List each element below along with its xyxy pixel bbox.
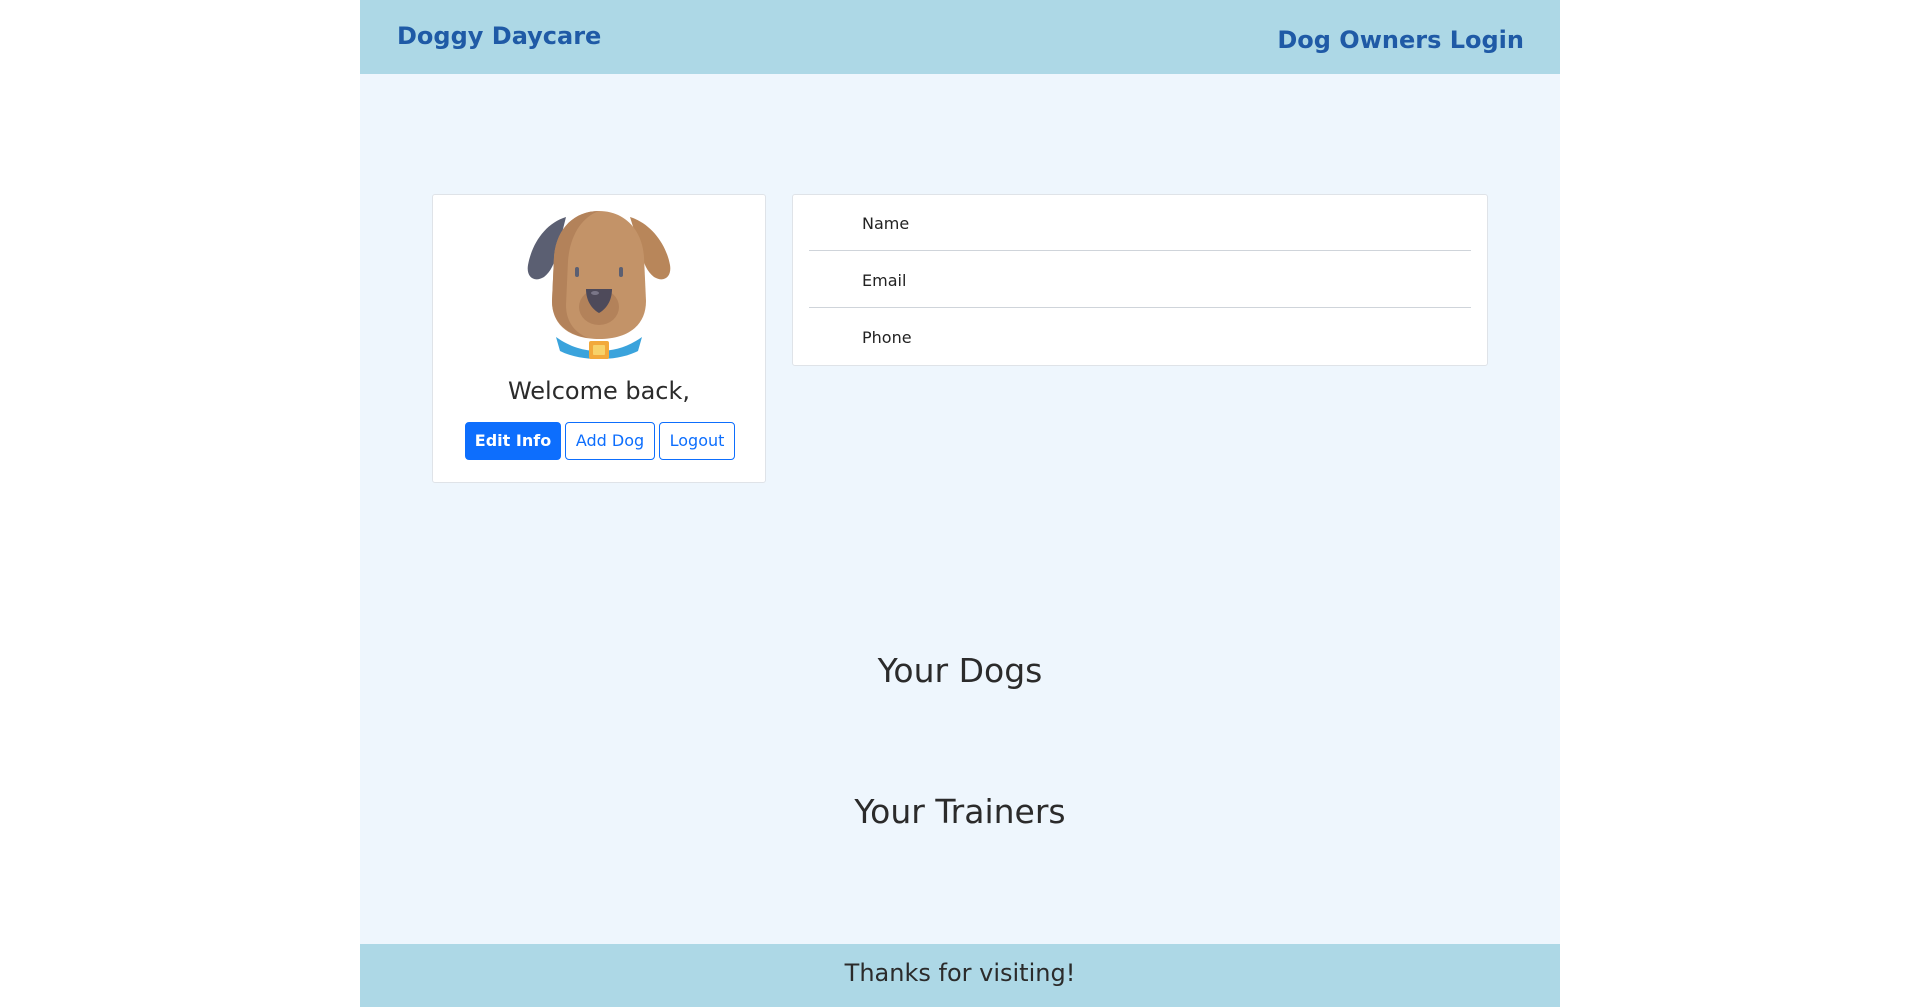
footer-text: Thanks for visiting! [844,959,1076,987]
phone-label: Phone [862,328,912,347]
footer: Thanks for visiting! [360,944,1560,1007]
info-row-email: Email [809,252,1471,308]
add-dog-button[interactable]: Add Dog [565,422,655,460]
profile-card: Welcome back, Edit Info Add Dog Logout [432,194,766,483]
welcome-text: Welcome back, [507,377,691,405]
page-container: Doggy Daycare Dog Owners Login Welcome b… [360,0,1560,1007]
navbar: Doggy Daycare Dog Owners Login [360,0,1560,74]
brand-link[interactable]: Doggy Daycare [397,22,601,50]
owner-info-card: Name Email Phone [792,194,1488,366]
email-label: Email [862,271,907,290]
dog-face-icon [527,211,671,359]
your-trainers-heading: Your Trainers [854,792,1066,831]
profile-actions: Edit Info Add Dog Logout [465,422,735,460]
dog-owners-login-link[interactable]: Dog Owners Login [1277,26,1524,54]
your-dogs-heading: Your Dogs [877,651,1043,690]
name-label: Name [862,214,910,233]
logout-button[interactable]: Logout [659,422,735,460]
edit-info-button[interactable]: Edit Info [465,422,561,460]
info-row-phone: Phone [809,309,1471,365]
info-row-name: Name [809,195,1471,251]
